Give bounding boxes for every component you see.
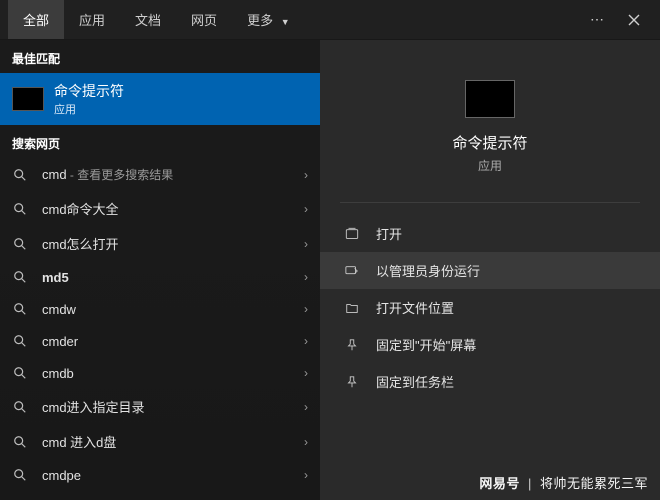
shield-admin-icon — [344, 263, 360, 279]
tab-more[interactable]: 更多 ▼ — [232, 0, 305, 39]
divider — [340, 202, 640, 203]
close-icon[interactable] — [616, 4, 652, 36]
chevron-right-icon: › — [304, 366, 308, 380]
cmd-app-icon — [12, 87, 44, 111]
search-icon — [12, 236, 28, 252]
search-icon — [12, 399, 28, 415]
chevron-right-icon: › — [304, 202, 308, 216]
search-icon — [12, 269, 28, 285]
more-options-icon[interactable]: ⋯ — [578, 1, 616, 38]
preview-panel: 命令提示符 应用 打开 以管理员身份运行 打开文件位置 — [320, 40, 660, 500]
best-match-subtitle: 应用 — [54, 101, 124, 117]
web-result-label: cmder — [42, 334, 290, 349]
web-result-label: md5 — [42, 270, 290, 285]
web-result[interactable]: cmder › — [0, 325, 320, 357]
pin-start-icon — [344, 337, 360, 353]
web-result[interactable]: cmd怎么打开 › — [0, 226, 320, 261]
search-icon — [12, 201, 28, 217]
chevron-right-icon: › — [304, 334, 308, 348]
action-pin-to-start-label: 固定到"开始"屏幕 — [376, 335, 476, 354]
action-run-as-admin[interactable]: 以管理员身份运行 — [320, 252, 660, 289]
results-panel: 最佳匹配 命令提示符 应用 搜索网页 cmd - 查看更多搜索结果 › cmd命… — [0, 40, 320, 500]
search-icon — [12, 365, 28, 381]
web-result[interactable]: cmdb › — [0, 357, 320, 389]
action-open-file-location[interactable]: 打开文件位置 — [320, 289, 660, 326]
action-pin-to-taskbar-label: 固定到任务栏 — [376, 372, 454, 391]
tab-more-label: 更多 — [247, 13, 273, 28]
web-result-label: cmd 进入d盘 — [42, 432, 290, 451]
search-filter-tabs: 全部 应用 文档 网页 更多 ▼ ⋯ — [0, 0, 660, 40]
web-result-label: cmd命令大全 — [42, 199, 290, 218]
web-result-label: cmd进入指定目录 — [42, 397, 290, 416]
tab-docs[interactable]: 文档 — [120, 0, 176, 39]
web-result[interactable]: cmd 进入d盘 › — [0, 424, 320, 459]
web-result-label: cmdw — [42, 302, 290, 317]
section-web-search: 搜索网页 — [0, 125, 320, 158]
action-open[interactable]: 打开 — [320, 215, 660, 252]
web-result-label: cmdpe — [42, 468, 290, 483]
tab-web[interactable]: 网页 — [176, 0, 232, 39]
chevron-right-icon: › — [304, 435, 308, 449]
chevron-right-icon: › — [304, 400, 308, 414]
chevron-down-icon: ▼ — [281, 17, 290, 27]
watermark: 网易号 | 将帅无能累死三军 — [479, 473, 648, 492]
web-result[interactable]: md5 › — [0, 261, 320, 293]
best-match-title: 命令提示符 — [54, 81, 124, 101]
web-result[interactable]: cmd - 查看更多搜索结果 › — [0, 158, 320, 191]
chevron-right-icon: › — [304, 302, 308, 316]
search-icon — [12, 301, 28, 317]
best-match-result[interactable]: 命令提示符 应用 — [0, 73, 320, 125]
chevron-right-icon: › — [304, 168, 308, 182]
tab-apps[interactable]: 应用 — [64, 0, 120, 39]
web-result-label: cmd怎么打开 — [42, 234, 290, 253]
action-open-file-location-label: 打开文件位置 — [376, 298, 454, 317]
web-result-label: cmdb — [42, 366, 290, 381]
action-pin-to-start[interactable]: 固定到"开始"屏幕 — [320, 326, 660, 363]
chevron-right-icon: › — [304, 237, 308, 251]
folder-icon — [344, 300, 360, 316]
action-pin-to-taskbar[interactable]: 固定到任务栏 — [320, 363, 660, 400]
search-icon — [12, 167, 28, 183]
watermark-brand: 网易号 — [479, 476, 520, 491]
preview-subtitle: 应用 — [478, 157, 502, 174]
tab-all[interactable]: 全部 — [8, 0, 64, 39]
web-result[interactable]: cmdpe › — [0, 459, 320, 491]
search-icon — [12, 467, 28, 483]
web-result[interactable]: cmd进入指定目录 › — [0, 389, 320, 424]
web-result[interactable]: cmdw › — [0, 293, 320, 325]
web-result[interactable]: cmd命令大全 › — [0, 191, 320, 226]
search-icon — [12, 333, 28, 349]
pin-taskbar-icon — [344, 374, 360, 390]
chevron-right-icon: › — [304, 468, 308, 482]
preview-title: 命令提示符 — [452, 132, 527, 153]
section-best-match: 最佳匹配 — [0, 40, 320, 73]
search-icon — [12, 434, 28, 450]
preview-app-icon — [465, 80, 515, 118]
web-result-label: cmd - 查看更多搜索结果 — [42, 166, 290, 183]
open-icon — [344, 226, 360, 242]
action-run-as-admin-label: 以管理员身份运行 — [376, 261, 480, 280]
chevron-right-icon: › — [304, 270, 308, 284]
watermark-author: 将帅无能累死三军 — [540, 476, 648, 491]
action-open-label: 打开 — [376, 224, 402, 243]
